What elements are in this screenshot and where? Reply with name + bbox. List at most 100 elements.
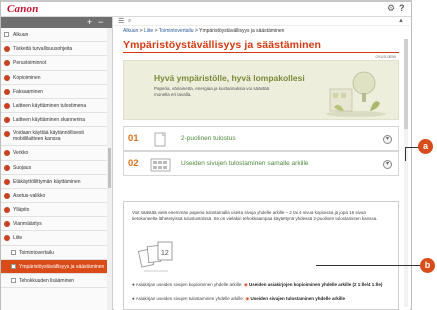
topic-number: 01 xyxy=(128,133,139,144)
title-divider xyxy=(123,52,399,53)
chevron-bullet-icon xyxy=(4,74,10,81)
breadcrumb-liite[interactable]: Liite xyxy=(144,28,153,34)
sidebar-item[interactable]: Tärkeitä turvallisuusohjeita xyxy=(1,42,112,57)
manual-window: Canon ⚙ ? + − Alkuun Tärkeitä turvallisuu… xyxy=(0,0,412,310)
chevron-bullet-icon xyxy=(4,192,10,199)
chevron-bullet-icon xyxy=(4,102,10,109)
callout-b: b xyxy=(420,258,435,273)
sidebar-item-label: Kopioiminen xyxy=(13,74,41,81)
menu-icon[interactable]: ☰ xyxy=(118,17,124,25)
multi-page-icon xyxy=(150,158,171,172)
sidebar-item[interactable]: Kopioiminen xyxy=(1,71,112,85)
sidebar-item[interactable]: Verkko xyxy=(1,146,112,161)
bullet-print-text: Asiakirjan useiden sivujen tulostaminen … xyxy=(135,296,245,301)
page-icon xyxy=(11,278,16,283)
callout-a: a xyxy=(418,139,433,154)
sidebar-scrollbar[interactable] xyxy=(107,28,112,310)
callout-a-line-vert xyxy=(405,147,406,161)
sidebar-item-label: Suojaus xyxy=(13,164,32,171)
page-icon xyxy=(11,263,16,269)
callout-b-line xyxy=(316,265,420,266)
sidebar-item-label: Tehokkuuden lisääminen xyxy=(19,278,75,284)
sidebar-item-label: Verkko xyxy=(13,150,29,157)
sidebar-item[interactable]: Toimintovertailu xyxy=(1,246,112,260)
sidebar-item-label: Perustoiminnot xyxy=(13,60,47,67)
sidebar-item[interactable]: Vianmääritys xyxy=(1,217,112,232)
eco-illustration xyxy=(326,71,386,117)
gear-icon[interactable]: ⚙ xyxy=(387,3,395,14)
sidebar-item[interactable]: Voidaan käyttää käytännöllisesti mobiili… xyxy=(1,127,112,147)
callout-a-line-1 xyxy=(405,147,419,148)
breadcrumb-functions[interactable]: Toimintovertailu xyxy=(159,28,194,34)
link-copy-multiple[interactable]: Useiden asiakirjojen kopioiminen yhdelle… xyxy=(249,282,382,287)
sidebar-item-label: Laitteen käyttäminen skannerina xyxy=(13,117,85,124)
sidebar-item[interactable]: Ympäristöystävällisyys ja säästäminen xyxy=(1,259,112,274)
chevron-bullet-icon xyxy=(4,60,10,67)
sidebar-item-label: Ylläpito xyxy=(13,207,30,214)
sidebar-item[interactable]: Alkuun xyxy=(1,28,112,43)
banner-text: Paperia, väriainetta, energiaa ja kustan… xyxy=(154,86,270,97)
sidebar: + − Alkuun Tärkeitä turvallisuusohjeita Pe… xyxy=(1,17,113,310)
eco-banner: Hyvä ympäristölle, hyvä lompakollesi Pap… xyxy=(123,60,399,120)
chevron-bullet-icon xyxy=(4,235,10,242)
chevron-bullet-icon xyxy=(4,131,10,138)
chevron-bullet-icon xyxy=(4,88,10,95)
link-arrow-icon: ◉ xyxy=(243,282,248,287)
duplex-page-icon xyxy=(154,132,166,147)
topic-label[interactable]: Useiden sivujen tulostaminen samalle ark… xyxy=(181,160,309,167)
chevron-bullet-icon xyxy=(4,207,10,214)
sidebar-item[interactable]: Liite xyxy=(1,231,112,246)
chevron-bullet-icon xyxy=(4,46,10,53)
banner-title: Hyvä ympäristölle, hyvä lompakollesi xyxy=(154,73,305,83)
page-title: Ympäristöystävällisyys ja säästäminen xyxy=(123,39,322,51)
content-scrollbar[interactable] xyxy=(404,39,408,307)
sidebar-item-label: Asetus-valikko xyxy=(13,192,46,199)
sidebar-item[interactable]: Asetus-valikko xyxy=(1,189,112,204)
expand-toggle-icon[interactable]: ▾ xyxy=(383,135,392,144)
bullet-copy-text: Asiakirjan useiden sivujen kopioiminen y… xyxy=(135,282,243,287)
bullet-copy: ● Asiakirjan useiden sivujen kopioiminen… xyxy=(132,282,397,288)
sidebar-item-label: Toimintovertailu xyxy=(19,249,54,256)
chevron-bullet-icon xyxy=(4,178,10,185)
sidebar-item[interactable]: Laitteen käyttäminen tulostimena xyxy=(1,99,112,114)
sidebar-scroll-thumb[interactable] xyxy=(108,148,111,188)
chevron-bullet-icon xyxy=(4,117,10,124)
content-toolbar: ☰ ⌕ ▲ xyxy=(114,17,410,26)
chevron-bullet-icon xyxy=(4,221,10,228)
sidebar-item[interactable]: Etäkäyttöliittymän käyttäminen xyxy=(1,175,112,189)
up-arrow-icon[interactable]: ▲ xyxy=(398,18,404,24)
expand-toggle-icon[interactable]: ▾ xyxy=(383,160,392,169)
breadcrumb-home[interactable]: Alkuun xyxy=(123,28,138,34)
sidebar-header: + − xyxy=(1,17,112,28)
sidebar-item[interactable]: Perustoiminnot xyxy=(1,56,112,71)
sidebar-item[interactable]: Ylläpito xyxy=(1,203,112,218)
page: Canon ⚙ ? + − Alkuun Tärkeitä turvallisuu… xyxy=(0,0,437,310)
sidebar-item-label: Vianmääritys xyxy=(13,221,42,228)
page-icon xyxy=(4,32,9,37)
topic-row[interactable]: 02 Useiden sivujen tulostaminen samalle a… xyxy=(123,151,399,176)
bullet-print: ● Asiakirjan useiden sivujen tulostamine… xyxy=(132,296,397,302)
expand-all-icon[interactable]: + xyxy=(87,17,92,28)
topic-row[interactable]: 01 2-puolinen tulostus ▾ xyxy=(123,126,399,151)
help-icon[interactable]: ? xyxy=(399,3,405,13)
breadcrumb: Alkuun > Liite > Toimintovertailu > Ympä… xyxy=(123,28,284,34)
svg-text:12: 12 xyxy=(161,250,169,257)
search-icon[interactable]: ⌕ xyxy=(128,18,131,25)
sidebar-item[interactable]: Suojaus xyxy=(1,161,112,175)
sidebar-item-label: Alkuun xyxy=(13,32,29,38)
document-code: 0YUS-0EW xyxy=(375,54,396,59)
sidebar-item[interactable]: Tehokkuuden lisääminen xyxy=(1,274,112,289)
sidebar-item-label: Voidaan käyttää käytännöllisesti mobiili… xyxy=(13,130,84,143)
page-icon xyxy=(11,249,16,255)
collapse-all-icon[interactable]: − xyxy=(98,17,103,28)
sidebar-item[interactable]: Faksaaminen xyxy=(1,85,112,99)
pages-illustration: 12 xyxy=(138,241,173,272)
content-scroll-thumb[interactable] xyxy=(404,39,408,129)
topic-label[interactable]: 2-puolinen tulostus xyxy=(181,135,236,142)
sidebar-item[interactable]: Laitteen käyttäminen skannerina xyxy=(1,113,112,128)
link-print-multiple[interactable]: Useiden sivujen tulostaminen yhdelle ark… xyxy=(251,296,346,301)
sidebar-item-label: Faksaaminen xyxy=(13,88,44,95)
chevron-bullet-icon xyxy=(4,164,10,171)
sidebar-item-label: Etäkäyttöliittymän käyttäminen xyxy=(13,178,81,185)
sidebar-list: Alkuun Tärkeitä turvallisuusohjeita Perust… xyxy=(1,28,112,289)
